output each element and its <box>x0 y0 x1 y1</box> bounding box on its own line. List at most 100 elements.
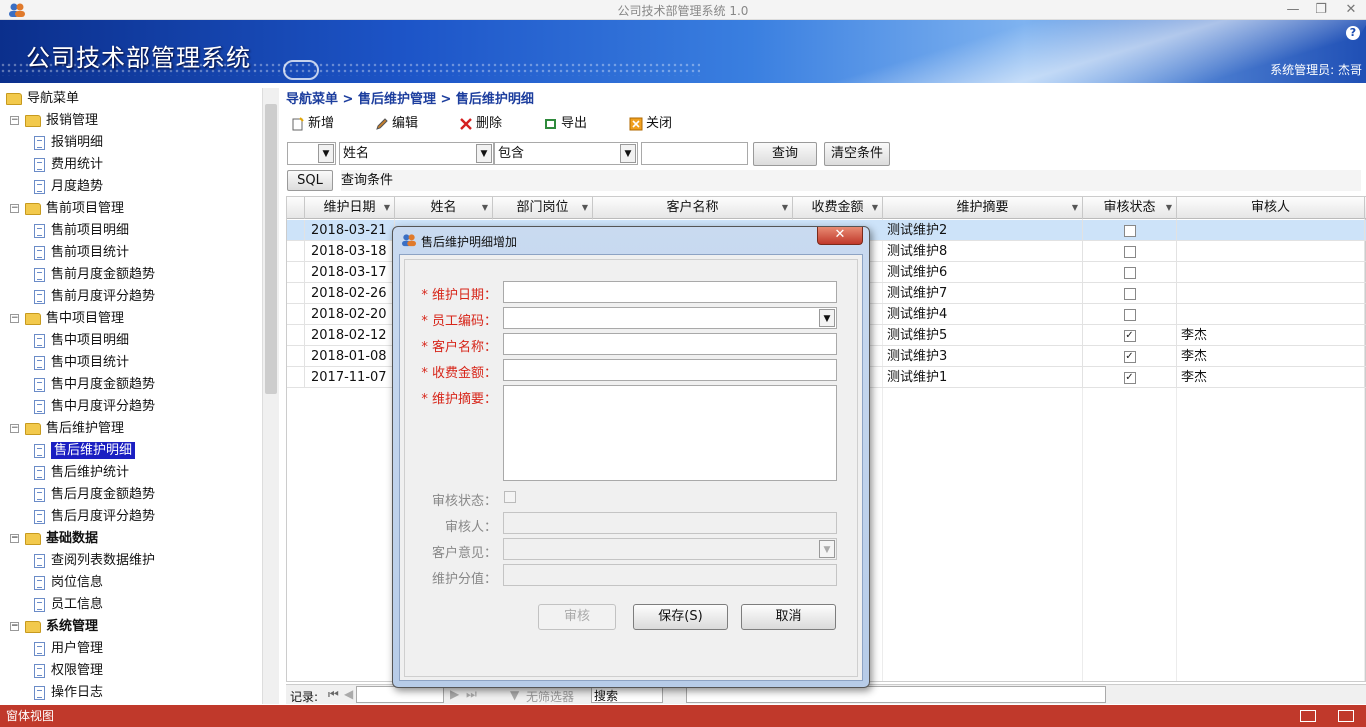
cell-date[interactable]: 2018-02-26 <box>305 283 395 304</box>
audit-checkbox[interactable]: ✓ <box>1123 371 1136 384</box>
close-button[interactable]: 关闭 <box>629 113 672 135</box>
collapse-icon[interactable]: − <box>10 314 19 323</box>
audit-status-checkbox[interactable] <box>504 491 516 503</box>
column-header[interactable]: 维护日期 ▼ <box>305 197 395 219</box>
sidebar-item[interactable]: 查阅列表数据维护 <box>34 550 155 572</box>
audit-button[interactable]: 审核 <box>538 604 616 630</box>
sidebar-item[interactable]: 售后维护统计 <box>34 462 129 484</box>
sidebar-item[interactable]: − 售中项目管理 <box>10 308 124 330</box>
operator-select[interactable]: 包含 ▼ <box>494 142 638 165</box>
query-button[interactable]: 查询 <box>753 142 817 166</box>
cell-summary[interactable]: 测试维护4 <box>883 304 1083 325</box>
audit-checkbox[interactable] <box>1123 266 1136 279</box>
cell-summary[interactable]: 测试维护1 <box>883 367 1083 388</box>
sidebar-item[interactable]: 售后月度金额趋势 <box>34 484 155 506</box>
export-button[interactable]: 导出 <box>544 113 587 135</box>
sort-dropdown-icon[interactable]: ▼ <box>482 197 488 219</box>
column-header[interactable]: 维护摘要 ▼ <box>883 197 1083 219</box>
row-selector[interactable] <box>287 262 305 283</box>
sidebar-item[interactable]: 售中项目明细 <box>34 330 129 352</box>
scrollbar-thumb[interactable] <box>265 104 277 394</box>
row-selector[interactable] <box>287 325 305 346</box>
sidebar-item[interactable]: 售中月度金额趋势 <box>34 374 155 396</box>
customer-opinion-select[interactable]: ▼ <box>503 538 837 560</box>
column-header[interactable]: 姓名 ▼ <box>395 197 493 219</box>
sidebar-item[interactable]: 售中月度评分趋势 <box>34 396 155 418</box>
close-window-button[interactable]: ✕ <box>1336 0 1366 20</box>
sidebar-item[interactable]: 售后月度评分趋势 <box>34 506 155 528</box>
field-select[interactable]: 姓名 ▼ <box>339 142 494 165</box>
auditor-input[interactable] <box>503 512 837 534</box>
amount-input[interactable] <box>503 359 837 381</box>
sidebar-item[interactable]: 月度趋势 <box>34 176 103 198</box>
edit-button[interactable]: 编辑 <box>375 113 418 135</box>
cell-summary[interactable]: 测试维护8 <box>883 241 1083 262</box>
cell-date[interactable]: 2018-03-18 <box>305 241 395 262</box>
cancel-button[interactable]: 取消 <box>741 604 836 630</box>
column-header[interactable]: 审核状态 ▼ <box>1083 197 1177 219</box>
restore-button[interactable]: ❐ <box>1306 0 1336 20</box>
cell-summary[interactable]: 测试维护3 <box>883 346 1083 367</box>
sidebar-item[interactable]: − 售后维护管理 <box>10 418 124 440</box>
row-selector[interactable] <box>287 241 305 262</box>
save-button[interactable]: 保存(S) <box>633 604 728 630</box>
audit-checkbox[interactable] <box>1123 224 1136 237</box>
customer-name-input[interactable] <box>503 333 837 355</box>
sidebar-item[interactable]: 岗位信息 <box>34 572 103 594</box>
sidebar-item[interactable]: − 系统管理 <box>10 616 98 638</box>
horizontal-scrollbar[interactable] <box>686 686 1106 703</box>
form-view-icon[interactable] <box>1300 710 1316 722</box>
audit-checkbox[interactable] <box>1123 308 1136 321</box>
add-button[interactable]: 新增 <box>291 113 334 135</box>
row-selector[interactable] <box>287 304 305 325</box>
collapse-icon[interactable]: − <box>10 204 19 213</box>
sidebar-scrollbar[interactable] <box>262 88 279 704</box>
dialog-close-button[interactable]: ✕ <box>817 227 863 245</box>
cell-auditor[interactable]: 李杰 <box>1177 325 1365 346</box>
collapse-icon[interactable]: − <box>10 424 19 433</box>
sidebar-item[interactable]: 售前月度金额趋势 <box>34 264 155 286</box>
employee-code-select[interactable]: ▼ <box>503 307 837 329</box>
sidebar-item[interactable]: 售后维护明细 <box>34 440 136 462</box>
cell-date[interactable]: 2018-03-21 <box>305 220 395 241</box>
help-icon[interactable]: ? <box>1346 26 1360 40</box>
sort-dropdown-icon[interactable]: ▼ <box>384 197 390 219</box>
sidebar-item[interactable]: 导航菜单 <box>6 88 79 110</box>
cell-auditor[interactable] <box>1177 283 1365 304</box>
sort-dropdown-icon[interactable]: ▼ <box>1166 197 1172 219</box>
last-record-icon[interactable]: ⏭ <box>466 687 477 702</box>
sidebar-item[interactable]: 操作日志 <box>34 682 103 704</box>
sort-dropdown-icon[interactable]: ▼ <box>582 197 588 219</box>
collapse-icon[interactable]: − <box>10 534 19 543</box>
cell-date[interactable]: 2018-02-20 <box>305 304 395 325</box>
sidebar-item[interactable]: 售中项目统计 <box>34 352 129 374</box>
row-selector[interactable] <box>287 367 305 388</box>
search-input[interactable]: 搜索 <box>591 686 663 703</box>
cell-auditor[interactable] <box>1177 220 1365 241</box>
cell-summary[interactable]: 测试维护2 <box>883 220 1083 241</box>
collapse-icon[interactable]: − <box>10 116 19 125</box>
no-filter-label[interactable]: 无筛选器 <box>526 688 574 705</box>
cell-auditor[interactable] <box>1177 262 1365 283</box>
audit-checkbox[interactable]: ✓ <box>1123 350 1136 363</box>
clear-filter-button[interactable]: 清空条件 <box>824 142 890 166</box>
audit-checkbox[interactable]: ✓ <box>1123 329 1136 342</box>
cell-summary[interactable]: 测试维护6 <box>883 262 1083 283</box>
sidebar-item[interactable]: − 基础数据 <box>10 528 98 550</box>
sidebar-item[interactable]: 售前项目统计 <box>34 242 129 264</box>
column-header[interactable]: 客户名称 ▼ <box>593 197 793 219</box>
minimize-button[interactable]: — <box>1278 0 1308 20</box>
filter-value-input[interactable] <box>641 142 748 165</box>
cell-date[interactable]: 2018-03-17 <box>305 262 395 283</box>
sidebar-item[interactable]: 权限管理 <box>34 660 103 682</box>
record-number-input[interactable] <box>356 686 444 703</box>
date-input[interactable] <box>503 281 837 303</box>
layout-view-icon[interactable] <box>1338 710 1354 722</box>
column-header[interactable]: 审核人 <box>1177 197 1365 219</box>
sidebar-item[interactable]: 员工信息 <box>34 594 103 616</box>
cell-summary[interactable]: 测试维护7 <box>883 283 1083 304</box>
column-header[interactable]: 收费金额 ▼ <box>793 197 883 219</box>
first-record-icon[interactable]: ⏮ <box>328 687 339 702</box>
cell-auditor[interactable]: 李杰 <box>1177 367 1365 388</box>
sort-dropdown-icon[interactable]: ▼ <box>1072 197 1078 219</box>
